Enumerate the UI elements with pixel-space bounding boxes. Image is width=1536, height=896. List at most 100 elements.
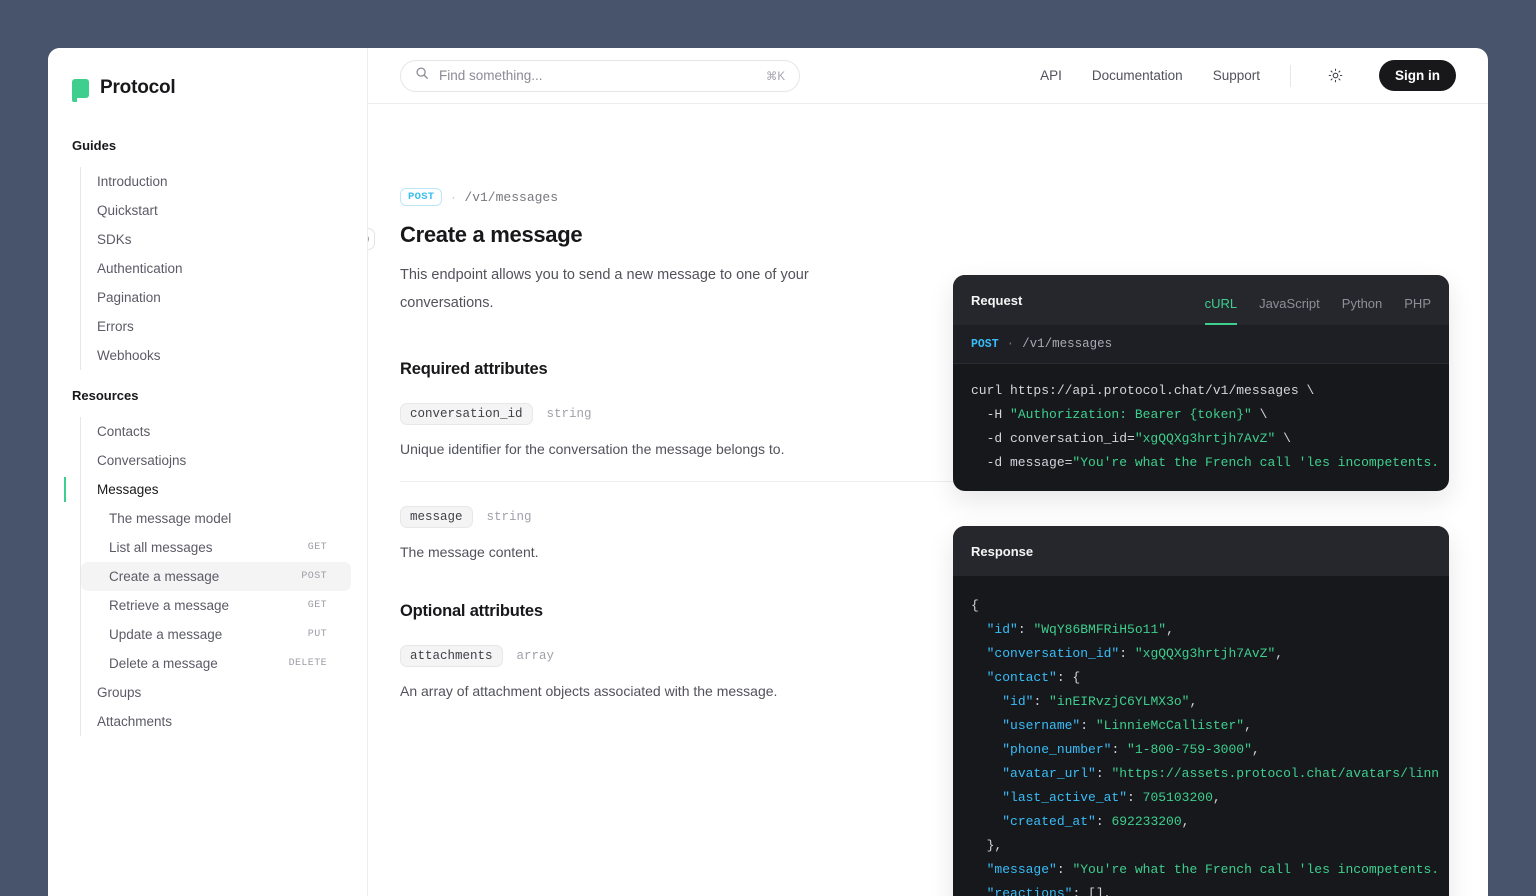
sidebar-item-method: DELETE [289,658,327,669]
eyebrow-separator: · [451,190,455,204]
sidebar-item-method: GET [308,600,327,611]
sidebar-item-errors[interactable]: Errors [81,312,351,341]
attribute-row: message string The message content. [400,481,954,560]
endpoint-eyebrow: POST · /v1/messages [400,188,954,206]
attribute-row: attachments array An array of attachment… [400,621,954,699]
sidebar-item-label: Authentication [97,261,183,276]
sidebar-item-sdks[interactable]: SDKs [81,225,351,254]
request-separator: · [1007,337,1015,351]
sidebar-item-introduction[interactable]: Introduction [81,167,351,196]
search-input[interactable]: Find something... ⌘K [400,60,800,92]
sidebar-nav-list-resources: Contacts Conversatiojns Messages The mes… [80,417,367,736]
tab-python[interactable]: Python [1342,297,1382,325]
sidebar-item-label: Update a message [109,627,222,642]
top-bar: Find something... ⌘K API Documentation S… [368,48,1488,104]
topnav-link-documentation[interactable]: Documentation [1092,68,1183,83]
attribute-description: An array of attachment objects associate… [400,683,954,699]
top-navigation: API Documentation Support Sign in [1040,60,1456,91]
response-panel-title: Response [971,544,1033,559]
sidebar-item-pagination[interactable]: Pagination [81,283,351,312]
sidebar-item-method: PUT [308,629,327,640]
tab-php[interactable]: PHP [1404,297,1431,325]
sidebar-item-label: List all messages [109,540,213,555]
code-line: -d message="You're what the French call … [971,455,1439,470]
sidebar-item-label: Attachments [97,714,172,729]
article-content: POST · /v1/messages Create a message Thi… [368,104,954,896]
sidebar-item-messages[interactable]: Messages [81,475,351,504]
sidebar-item-list-all-messages[interactable]: List all messages GET [81,533,351,562]
sidebar-item-label: Quickstart [97,203,158,218]
main-region: Find something... ⌘K API Documentation S… [368,48,1488,896]
request-code-block[interactable]: curl https://api.protocol.chat/v1/messag… [953,364,1449,491]
sidebar-item-contacts[interactable]: Contacts [81,417,351,446]
search-shortcut-hint: ⌘K [766,69,785,83]
code-panels: Request cURL JavaScript Python PHP POST … [953,275,1449,896]
response-panel-header: Response [953,526,1449,576]
request-language-tabs: cURL JavaScript Python PHP [1205,275,1431,325]
attribute-name: attachments [400,645,503,667]
attribute-header: conversation_id string [400,403,954,425]
attribute-header: message string [400,506,954,528]
link-icon[interactable] [368,228,375,250]
sidebar-item-update-a-message[interactable]: Update a message PUT [81,620,351,649]
tab-curl[interactable]: cURL [1205,297,1238,325]
sun-icon[interactable] [1321,62,1349,90]
sidebar-item-label: Contacts [97,424,150,439]
request-endpoint-bar: POST · /v1/messages [953,325,1449,364]
sidebar-item-the-message-model[interactable]: The message model [81,504,351,533]
search-placeholder: Find something... [439,68,756,83]
request-panel-title: Request [971,293,1022,308]
sidebar-item-create-a-message[interactable]: Create a message POST [81,562,351,591]
sidebar-item-retrieve-a-message[interactable]: Retrieve a message GET [81,591,351,620]
required-attributes-heading: Required attributes [400,360,954,379]
sidebar-section-title-guides: Guides [48,138,367,153]
request-panel-header: Request cURL JavaScript Python PHP [953,275,1449,325]
optional-attributes-heading: Optional attributes [400,602,954,621]
topnav-divider [1290,65,1291,87]
attribute-description: Unique identifier for the conversation t… [400,441,954,457]
sidebar-item-label: Retrieve a message [109,598,229,613]
status-badge: POST [400,188,442,206]
sidebar-item-label: Conversatiojns [97,453,186,468]
page-title: Create a message [400,222,954,248]
request-method: POST [971,338,999,351]
sidebar-item-label: Create a message [109,569,219,584]
sidebar-item-label: Delete a message [109,656,218,671]
sidebar-item-delete-a-message[interactable]: Delete a message DELETE [81,649,351,678]
request-path: /v1/messages [1022,337,1112,351]
attribute-header: attachments array [400,645,954,667]
desktop-background: Protocol Guides Introduction Quickstart … [0,0,1536,896]
sidebar-item-authentication[interactable]: Authentication [81,254,351,283]
sidebar-item-webhooks[interactable]: Webhooks [81,341,351,370]
code-line: -d conversation_id="xgQQXg3hrtjh7AvZ" \ [971,431,1291,446]
sidebar-item-label: SDKs [97,232,132,247]
sign-in-button[interactable]: Sign in [1379,60,1456,91]
attribute-row: conversation_id string Unique identifier… [400,379,954,457]
attribute-name: message [400,506,473,528]
attribute-type: array [517,649,555,663]
sidebar-item-conversations[interactable]: Conversatiojns [81,446,351,475]
sidebar-item-label: Errors [97,319,134,334]
endpoint-path: /v1/messages [464,190,558,205]
sidebar-item-quickstart[interactable]: Quickstart [81,196,351,225]
sidebar-item-attachments[interactable]: Attachments [81,707,351,736]
sidebar-item-groups[interactable]: Groups [81,678,351,707]
attribute-type: string [487,510,532,524]
attribute-type: string [547,407,592,421]
topnav-link-api[interactable]: API [1040,68,1062,83]
sidebar-item-label: Pagination [97,290,161,305]
response-panel: Response { "id": "WqY86BMFRiH5o11", "con… [953,526,1449,896]
brand-name: Protocol [100,77,175,99]
page-body: POST · /v1/messages Create a message Thi… [368,104,1488,896]
sidebar-section-resources: Resources Contacts Conversatiojns Messag… [48,388,367,736]
brand-logo[interactable]: Protocol [48,60,367,116]
topnav-link-support[interactable]: Support [1213,68,1260,83]
response-code-block[interactable]: { "id": "WqY86BMFRiH5o11", "conversation… [953,576,1449,896]
tab-javascript[interactable]: JavaScript [1259,297,1320,325]
code-line: curl https://api.protocol.chat/v1/messag… [971,383,1314,398]
sidebar-item-label: Messages [97,482,159,497]
sidebar-item-method: POST [301,571,327,582]
sidebar-section-guides: Guides Introduction Quickstart SDKs Auth… [48,138,367,370]
sidebar-item-label: Webhooks [97,348,161,363]
sidebar-item-method: GET [308,542,327,553]
